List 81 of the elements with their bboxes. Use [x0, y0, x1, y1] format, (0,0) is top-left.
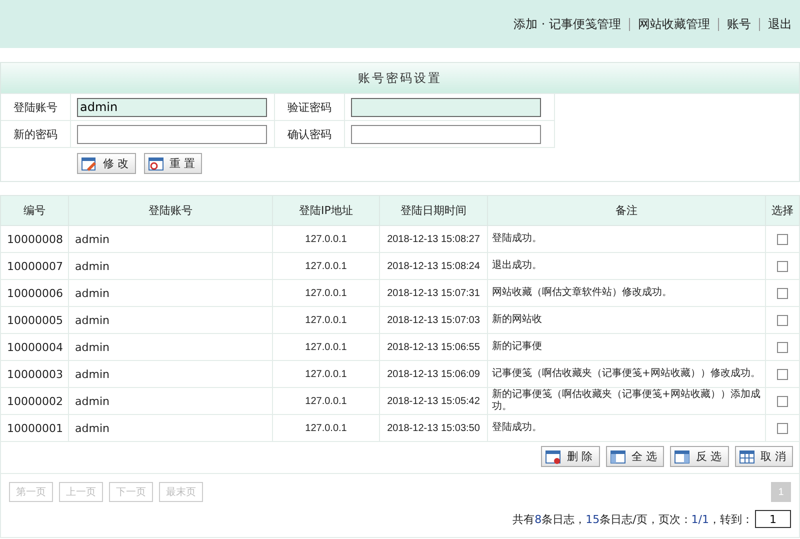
- delete-icon: [545, 450, 561, 464]
- table-cell: 127.0.0.1: [272, 226, 380, 252]
- checkbox[interactable]: [777, 422, 788, 434]
- table-cell: 127.0.0.1: [272, 360, 380, 388]
- table-cell: 127.0.0.1: [272, 252, 380, 280]
- page-summary: 共有8条日志，15条日志/页，页次：1/1，转到：: [512, 512, 753, 526]
- window-icon: [674, 450, 690, 464]
- column-header: 登陆账号: [68, 196, 272, 226]
- table-cell: 10000005: [0, 306, 68, 334]
- table-cell: 10000008: [0, 226, 68, 252]
- column-header: 登陆日期时间: [380, 196, 488, 226]
- table-cell: 2018-12-13 15:03:50: [380, 414, 488, 442]
- table-cell: 127.0.0.1: [272, 280, 380, 306]
- table-cell: 2018-12-13 15:05:42: [380, 388, 488, 414]
- field-label: 新的密码: [14, 126, 58, 142]
- table-cell: 登陆成功。: [488, 414, 766, 442]
- table-cell: 127.0.0.1: [272, 388, 380, 414]
- field-label: 登陆账号: [14, 100, 58, 114]
- input-field[interactable]: [351, 124, 541, 144]
- table-cell: 10000006: [0, 280, 68, 306]
- table-cell: 2018-12-13 15:06:09: [380, 360, 488, 388]
- nav-link[interactable]: 添加 · 记事便笺管理: [514, 16, 621, 32]
- checkbox[interactable]: [777, 314, 788, 326]
- nav-link[interactable]: 网站收藏管理: [638, 16, 710, 32]
- checkbox[interactable]: [777, 234, 788, 245]
- cancel-button[interactable]: 取 消: [734, 446, 793, 467]
- checkbox[interactable]: [777, 288, 788, 299]
- reset-icon: [148, 156, 164, 170]
- table-cell: 登陆成功。: [488, 226, 766, 252]
- table-cell: 10000002: [0, 388, 68, 414]
- table-cell: admin: [68, 360, 272, 388]
- input-field[interactable]: [351, 98, 541, 116]
- panel-title: 账号密码设置: [1, 63, 799, 93]
- table-cell: 新的网站收: [488, 306, 766, 334]
- input-field[interactable]: [77, 124, 267, 144]
- table-cell: 记事便笺（啊估收藏夹（记事便笺+网站收藏））修改成功。: [488, 360, 766, 388]
- checkbox[interactable]: [777, 368, 788, 380]
- table-cell: 新的记事便笺（啊估收藏夹（记事便笺+网站收藏））添加成功。: [488, 388, 766, 414]
- column-header: 备注: [488, 196, 766, 226]
- table-cell: 10000004: [0, 334, 68, 360]
- table-cell: 127.0.0.1: [272, 414, 380, 442]
- edit-button[interactable]: 修 改: [77, 153, 136, 174]
- table-cell: 2018-12-13 15:06:55: [380, 334, 488, 360]
- reset-button[interactable]: 重 置: [144, 153, 202, 174]
- checkbox[interactable]: [777, 396, 788, 407]
- table-cell: 2018-12-13 15:07:03: [380, 306, 488, 334]
- table-cell: 10000007: [0, 252, 68, 280]
- nav-link[interactable]: 账号: [727, 16, 751, 32]
- table-cell: admin: [68, 226, 272, 252]
- field-label: 确认密码: [288, 126, 332, 142]
- table-cell: 127.0.0.1: [272, 334, 380, 360]
- table-cell: 新的记事便: [488, 334, 766, 360]
- table-cell: admin: [68, 280, 272, 306]
- table-icon: [738, 450, 754, 464]
- window-icon: [610, 450, 626, 464]
- checkbox[interactable]: [777, 260, 788, 272]
- table-cell: admin: [68, 252, 272, 280]
- checkbox[interactable]: [777, 342, 788, 353]
- input-field[interactable]: admin: [77, 98, 267, 116]
- table-cell: 10000003: [0, 360, 68, 388]
- delete-button[interactable]: 删 除: [541, 446, 600, 467]
- table-cell: 网站收藏（啊估文章软件站）修改成功。: [488, 280, 766, 306]
- edit-icon: [81, 156, 97, 170]
- nav-link[interactable]: 退出: [768, 16, 792, 32]
- page-input[interactable]: 1: [755, 510, 791, 528]
- table-cell: admin: [68, 414, 272, 442]
- table-cell: 127.0.0.1: [272, 306, 380, 334]
- table-cell: admin: [68, 334, 272, 360]
- table-cell: 2018-12-13 15:07:31: [380, 280, 488, 306]
- table-cell: admin: [68, 388, 272, 414]
- column-header: 登陆IP地址: [272, 196, 380, 226]
- table-cell: 2018-12-13 15:08:24: [380, 252, 488, 280]
- invert-selection-button[interactable]: 反 选: [670, 446, 728, 467]
- table-cell: 退出成功。: [488, 252, 766, 280]
- column-header: 编号: [0, 196, 68, 226]
- column-header: 选择: [766, 196, 800, 226]
- table-cell: 10000001: [0, 414, 68, 442]
- select-all-button[interactable]: 全 选: [606, 446, 664, 467]
- field-label: 验证密码: [288, 100, 332, 114]
- table-cell: 2018-12-13 15:08:27: [380, 226, 488, 252]
- table-cell: admin: [68, 306, 272, 334]
